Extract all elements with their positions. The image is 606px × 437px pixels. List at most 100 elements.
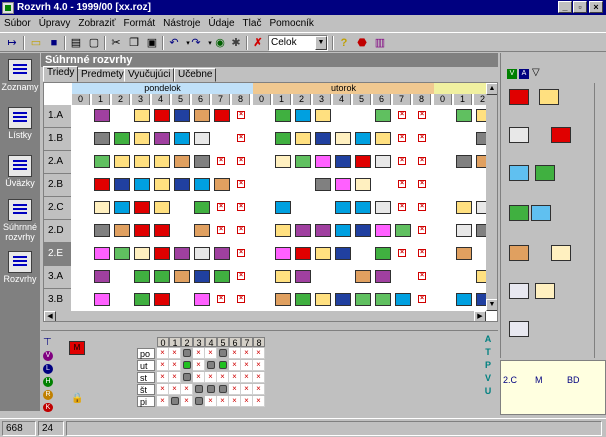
lesson-card[interactable]: [275, 155, 291, 168]
nav-item-timetables[interactable]: Rozvrhy: [0, 251, 40, 284]
occupied-slot[interactable]: [207, 385, 215, 393]
lesson-card[interactable]: [395, 293, 411, 306]
palette-card[interactable]: [535, 165, 555, 181]
lesson-card[interactable]: [335, 224, 351, 237]
lesson-card[interactable]: [194, 201, 210, 214]
lesson-card[interactable]: [174, 247, 190, 260]
lesson-card[interactable]: [214, 270, 230, 283]
free-slot-marker[interactable]: ×: [241, 396, 253, 407]
lesson-card[interactable]: [154, 224, 170, 237]
palette-card[interactable]: [551, 245, 571, 261]
tab-classrooms[interactable]: Učebne: [174, 68, 217, 82]
free-slot-marker[interactable]: ×: [193, 372, 205, 383]
lesson-card[interactable]: [94, 178, 110, 191]
palette-card[interactable]: [509, 165, 529, 181]
a-toggle-icon[interactable]: A: [519, 69, 529, 79]
lesson-card[interactable]: [375, 224, 391, 237]
lesson-card[interactable]: [315, 247, 331, 260]
free-slot-marker[interactable]: ×: [241, 348, 253, 359]
scroll-right-button[interactable]: ▶: [474, 311, 486, 321]
lesson-card[interactable]: [315, 132, 331, 145]
menu-print[interactable]: Tlač: [243, 18, 262, 29]
lesson-card[interactable]: [375, 201, 391, 214]
v-toggle-icon[interactable]: V: [507, 69, 517, 79]
free-slot-marker[interactable]: ×: [169, 348, 181, 359]
side-letter-v[interactable]: V: [481, 372, 495, 385]
lesson-card[interactable]: [355, 201, 371, 214]
lesson-card[interactable]: [275, 270, 291, 283]
menu-view[interactable]: Zobraziť: [78, 18, 115, 29]
free-slot-marker[interactable]: ×: [157, 396, 169, 407]
palette-card[interactable]: [535, 283, 555, 299]
lesson-card[interactable]: [295, 270, 311, 283]
books-icon[interactable]: ▥: [372, 35, 388, 50]
class-row-label[interactable]: 3.A: [44, 266, 71, 289]
free-slot-marker[interactable]: ×: [253, 372, 265, 383]
lesson-card[interactable]: [134, 293, 150, 306]
scroll-down-button[interactable]: ▼: [486, 299, 497, 311]
lesson-card[interactable]: [275, 224, 291, 237]
lesson-card[interactable]: [194, 132, 210, 145]
lesson-card[interactable]: [355, 293, 371, 306]
lesson-card[interactable]: [154, 270, 170, 283]
tab-subjects[interactable]: Predmety: [77, 68, 128, 82]
free-slot-marker[interactable]: ×: [181, 396, 193, 407]
lesson-card[interactable]: [295, 132, 311, 145]
pin-icon[interactable]: ⊤: [43, 337, 52, 348]
free-slot-marker[interactable]: ×: [229, 360, 241, 371]
lesson-card[interactable]: [456, 155, 472, 168]
class-row-label[interactable]: 1.B: [44, 128, 71, 151]
lesson-card[interactable]: [295, 155, 311, 168]
palette-card[interactable]: [551, 127, 571, 143]
lesson-card[interactable]: [94, 109, 110, 122]
side-letter-p[interactable]: P: [481, 359, 495, 372]
occupied-slot[interactable]: [219, 349, 227, 357]
palette-scrollbar[interactable]: [594, 83, 606, 358]
lesson-card[interactable]: [335, 132, 351, 145]
free-slot-marker[interactable]: ×: [241, 360, 253, 371]
lesson-card[interactable]: [375, 155, 391, 168]
lesson-card[interactable]: [194, 224, 210, 237]
free-slot-marker[interactable]: ×: [205, 396, 217, 407]
tab-classes[interactable]: Triedy: [43, 66, 79, 82]
lesson-card[interactable]: [456, 247, 472, 260]
class-row-label[interactable]: 1.A: [44, 105, 71, 128]
lesson-card[interactable]: [375, 293, 391, 306]
lesson-card[interactable]: [134, 270, 150, 283]
free-slot-marker[interactable]: ×: [229, 396, 241, 407]
help-question-icon[interactable]: ?: [336, 35, 352, 50]
lesson-card[interactable]: [335, 247, 351, 260]
occupied-slot[interactable]: [219, 361, 227, 369]
lesson-card[interactable]: [456, 201, 472, 214]
lesson-card[interactable]: [94, 224, 110, 237]
login-icon[interactable]: ↦: [4, 35, 20, 50]
lesson-card[interactable]: [174, 270, 190, 283]
class-row-label[interactable]: 2.D: [44, 220, 71, 243]
lesson-card[interactable]: [295, 293, 311, 306]
lesson-card[interactable]: [134, 224, 150, 237]
lesson-card[interactable]: [395, 224, 411, 237]
class-row-label[interactable]: 2.B: [44, 174, 71, 197]
occupied-slot[interactable]: [195, 397, 203, 405]
palette-card[interactable]: [509, 283, 529, 299]
lesson-card[interactable]: [214, 178, 230, 191]
lesson-card[interactable]: [114, 132, 130, 145]
chevron-down-icon[interactable]: ▼: [315, 36, 327, 50]
filter-icon[interactable]: ▽: [532, 67, 540, 78]
lesson-card[interactable]: [456, 109, 472, 122]
side-letter-u[interactable]: U: [481, 385, 495, 398]
lesson-card[interactable]: [456, 224, 472, 237]
class-row-label[interactable]: 2.A: [44, 151, 71, 174]
free-slot-marker[interactable]: ×: [253, 384, 265, 395]
free-slot-marker[interactable]: ×: [241, 384, 253, 395]
free-slot-marker[interactable]: ×: [217, 372, 229, 383]
free-slot-marker[interactable]: ×: [193, 348, 205, 359]
lesson-card[interactable]: [194, 293, 210, 306]
free-slot-marker[interactable]: ×: [157, 384, 169, 395]
lock-icon[interactable]: ⬣: [354, 35, 370, 50]
lesson-card[interactable]: [275, 109, 291, 122]
side-letter-a[interactable]: A: [481, 333, 495, 346]
lesson-card[interactable]: [275, 293, 291, 306]
free-slot-marker[interactable]: ×: [253, 396, 265, 407]
minimize-button[interactable]: _: [558, 1, 572, 13]
